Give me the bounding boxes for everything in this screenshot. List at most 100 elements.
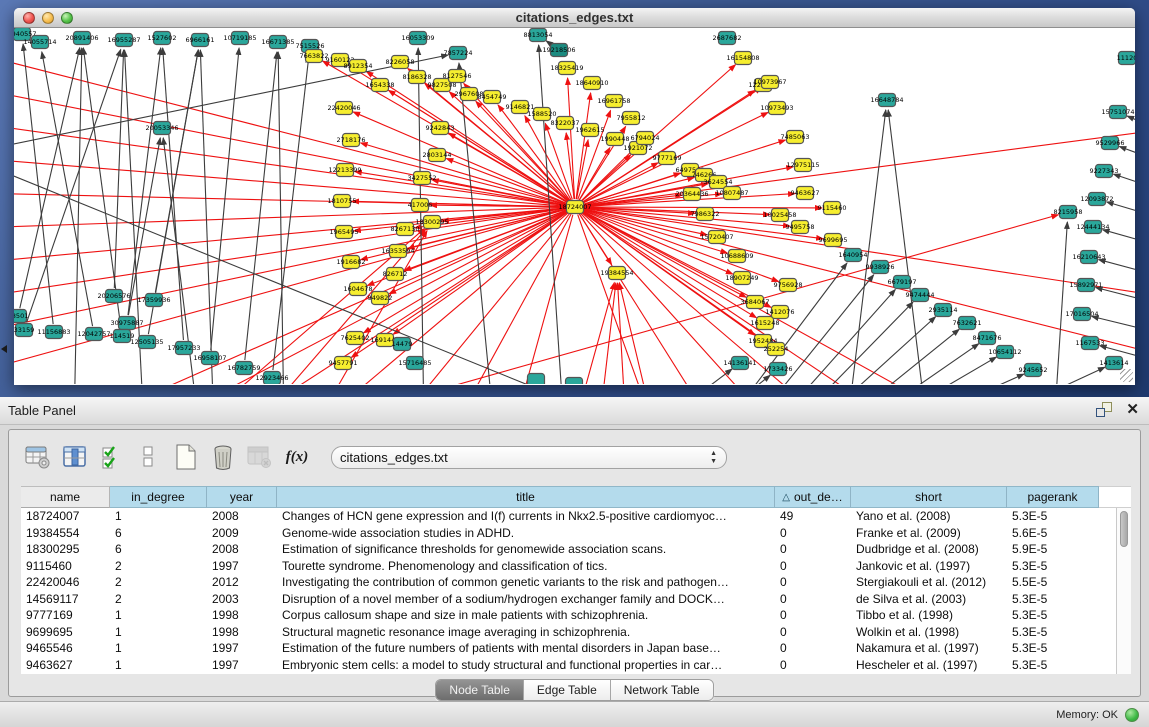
network-node[interactable]: 17016504 [1065,308,1098,321]
table-cell[interactable]: Estimation of the future numbers of pati… [277,640,775,657]
network-node[interactable]: 9115460 [818,202,847,215]
table-cell[interactable]: 9115460 [21,558,110,575]
network-node[interactable]: 7955812 [617,112,646,125]
network-node[interactable]: 10025458 [763,209,796,222]
network-node[interactable]: 18907249 [725,272,758,285]
network-node[interactable]: 6966161 [186,34,215,47]
column-header-year[interactable]: year [207,486,277,508]
table-row[interactable]: 969969511998Structural magnetic resonanc… [21,624,1131,641]
network-node[interactable]: 16154808 [726,52,759,65]
table-cell[interactable]: Dudbridge et al. (2008) [851,541,1007,558]
table-cell[interactable]: 2 [110,558,207,575]
network-node[interactable]: 3427552 [408,172,437,185]
column-header-name[interactable]: name [21,486,110,508]
network-node[interactable]: 14055714 [23,36,56,49]
network-node[interactable]: 10807487 [715,187,748,200]
table-cell[interactable]: 2 [110,574,207,591]
table-row[interactable]: 977716911998Corpus callosum shape and si… [21,607,1131,624]
float-panel-icon[interactable] [1096,402,1112,417]
network-node[interactable]: 16210643 [1072,251,1105,264]
table-cell[interactable]: 0 [775,525,851,542]
table-cell[interactable]: Structural magnetic resonance image aver… [277,624,775,641]
network-node[interactable]: 9777169 [653,152,682,165]
collapse-panel-arrow-icon[interactable] [1,345,7,353]
network-node[interactable]: 12505135 [130,336,163,349]
table-cell[interactable]: 5.3E-5 [1007,591,1099,608]
table-cell[interactable]: Yano et al. (2008) [851,508,1007,525]
network-node[interactable]: 18501 [14,310,28,323]
table-cell[interactable]: Genome-wide association studies in ADHD. [277,525,775,542]
table-cell[interactable]: 1997 [207,558,277,575]
table-cell[interactable]: de Silva et al. (2003) [851,591,1007,608]
table-cell[interactable]: 1 [110,607,207,624]
network-node[interactable]: 33159 [14,324,34,337]
network-node[interactable]: 1733426 [764,363,793,376]
table-cell[interactable]: 9465546 [21,640,110,657]
network-node[interactable]: 8813054 [524,29,553,42]
table-cell[interactable]: Wolkin et al. (1998) [851,624,1007,641]
network-node[interactable]: 8912354 [344,60,373,73]
table-row[interactable]: 1872400712008Changes of HCN gene express… [21,508,1131,525]
table-cell[interactable]: Disruption of a novel member of a sodium… [277,591,775,608]
network-node[interactable]: 9756928 [774,279,803,292]
table-cell[interactable]: 2 [110,591,207,608]
network-node[interactable]: 9529966 [1096,137,1125,150]
column-header-outde[interactable]: △out_de… [775,486,851,508]
table-cell[interactable]: 5.3E-5 [1007,607,1099,624]
network-node[interactable]: 12093872 [1080,193,1113,206]
table-cell[interactable]: 1 [110,657,207,674]
network-node[interactable]: 9463627 [791,187,820,200]
import-table-icon[interactable] [245,442,275,472]
column-header-short[interactable]: short [851,486,1007,508]
table-cell[interactable]: 1 [110,640,207,657]
scrollbar-thumb[interactable] [1120,511,1128,547]
network-node[interactable] [566,378,583,385]
table-row[interactable]: 1830029562008Estimation of significance … [21,541,1131,558]
table-cell[interactable]: 0 [775,574,851,591]
network-node[interactable]: 7663822 [300,50,329,63]
network-node[interactable]: 9938926 [866,261,895,274]
table-cell[interactable]: 0 [775,624,851,641]
close-panel-icon[interactable]: ✕ [1126,402,1139,417]
table-cell[interactable]: 18724007 [21,508,110,525]
table-cell[interactable]: Corpus callosum shape and size in male p… [277,607,775,624]
network-node[interactable]: 16671385 [261,36,294,49]
table-row[interactable]: 946554611997Estimation of the future num… [21,640,1131,657]
table-cell[interactable]: 5.3E-5 [1007,640,1099,657]
network-node[interactable]: 11156883 [37,326,70,339]
table-cell[interactable]: Hescheler et al. (1997) [851,657,1007,674]
table-cell[interactable]: Estimation of significance thresholds fo… [277,541,775,558]
network-node[interactable]: 16053309 [401,32,434,45]
network-node[interactable]: 2935114 [929,304,958,317]
network-node[interactable]: 14479 [392,338,413,351]
network-node[interactable]: 826712 [383,268,408,281]
table-cell[interactable]: 1 [110,508,207,525]
table-row[interactable]: 2242004622012Investigating the contribut… [21,574,1131,591]
network-node[interactable]: 18640910 [575,77,608,90]
network-node[interactable]: 12975115 [786,159,819,172]
table-cell[interactable]: 2003 [207,591,277,608]
network-node[interactable]: 10973493 [760,102,793,115]
table-cell[interactable]: Franke et al. (2009) [851,525,1007,542]
column-header-pagerank[interactable]: pagerank [1007,486,1099,508]
network-node[interactable]: 9227343 [1090,165,1119,178]
table-cell[interactable]: 6 [110,525,207,542]
window-titlebar[interactable]: citations_edges.txt [14,8,1135,28]
network-node[interactable]: 1965495 [330,226,359,239]
network-node[interactable]: 1527602 [148,32,177,45]
table-cell[interactable]: Changes of HCN gene expression and I(f) … [277,508,775,525]
table-cell[interactable]: 2008 [207,541,277,558]
tab-edge-table[interactable]: Edge Table [524,680,611,700]
table-cell[interactable]: 1997 [207,640,277,657]
network-node[interactable]: 16955287 [107,34,140,47]
table-cell[interactable]: 22420046 [21,574,110,591]
table-cell[interactable]: 2008 [207,508,277,525]
network-node[interactable]: 15716485 [398,357,431,370]
network-node[interactable]: 7857224 [444,47,473,60]
network-node[interactable]: 20364436 [675,188,708,201]
create-table-icon[interactable] [171,442,201,472]
table-cell[interactable]: 14569117 [21,591,110,608]
table-cell[interactable]: 9777169 [21,607,110,624]
network-node[interactable]: 10688609 [720,250,753,263]
network-node[interactable]: 19218506 [542,44,575,57]
